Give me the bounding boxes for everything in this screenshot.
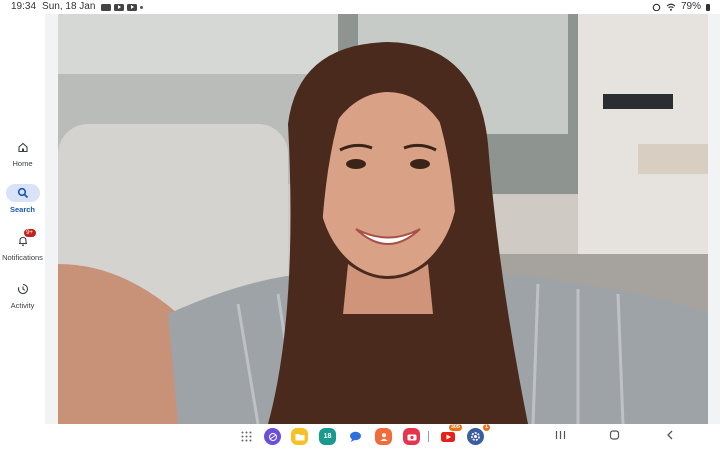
nav-item-home[interactable]: Home: [0, 138, 45, 168]
youtube-notification-icon: [127, 3, 138, 11]
notifications-badge: 9+: [23, 229, 36, 237]
files-app-button[interactable]: [291, 428, 308, 445]
taskbar: 18 305 1: [0, 424, 720, 450]
nav-label-search: Search: [9, 205, 36, 214]
settings-badge: 1: [482, 424, 490, 431]
browser-icon: [268, 432, 277, 441]
side-navigation: Home Search 9+ Notifications Activity: [0, 14, 45, 424]
nav-label-activity: Activity: [10, 301, 35, 310]
browser-app-button[interactable]: [264, 428, 281, 445]
wifi-icon: [666, 3, 676, 11]
nav-item-search[interactable]: Search: [0, 184, 45, 214]
photo-preview[interactable]: [58, 14, 708, 424]
folder-notification-icon: [101, 3, 112, 11]
youtube-badge: 305: [448, 424, 462, 431]
notification-icons: [101, 3, 144, 11]
home-icon: [17, 142, 28, 153]
chat-icon: [350, 431, 361, 442]
contacts-app-button[interactable]: [375, 428, 392, 445]
back-chevron-icon: [667, 430, 673, 440]
recents-icon: [555, 431, 566, 439]
nav-pill: [5, 184, 40, 202]
search-icon: [17, 187, 28, 199]
youtube-app-button[interactable]: 305: [439, 424, 462, 445]
alarm-icon: [652, 3, 661, 11]
calendar-icon: 18: [323, 433, 332, 440]
more-notifications-icon: [140, 5, 144, 9]
clock-icon: [17, 283, 28, 295]
nav-item-notifications[interactable]: 9+ Notifications: [0, 229, 45, 262]
status-bar: 19:34 Sun, 18 Jan 79%: [0, 0, 720, 14]
youtube-icon: [440, 431, 455, 442]
contacts-icon: [380, 432, 387, 441]
clock-time: 19:34: [11, 1, 37, 12]
messages-app-button[interactable]: [347, 428, 364, 445]
nav-pill: [6, 138, 40, 156]
battery-percent: 79%: [680, 1, 701, 12]
camera-icon: [407, 434, 416, 440]
settings-app-button[interactable]: 1: [467, 424, 490, 445]
youtube-notification-icon: [114, 3, 125, 11]
photo-image: [58, 14, 708, 424]
home-button[interactable]: [609, 429, 620, 443]
camera-app-button[interactable]: [403, 428, 420, 445]
gear-icon: [471, 432, 480, 441]
app-grid-icon: [241, 431, 252, 442]
status-right: 79%: [652, 0, 710, 14]
folder-icon: [295, 433, 304, 440]
status-date: Sun, 18 Jan: [42, 1, 96, 12]
battery-icon: [706, 3, 710, 11]
status-left: 19:34 Sun, 18 Jan: [11, 0, 144, 14]
nav-pill: 9+: [6, 229, 40, 250]
nav-label-notifications: Notifications: [2, 253, 43, 262]
recent-apps-button[interactable]: [555, 429, 566, 443]
nav-pill: [6, 280, 40, 298]
app-drawer-button[interactable]: [238, 428, 255, 445]
nav-label-home: Home: [12, 159, 33, 168]
nav-item-activity[interactable]: Activity: [0, 280, 45, 310]
calendar-app-button[interactable]: 18: [319, 428, 336, 445]
taskbar-divider: [428, 431, 429, 442]
back-button[interactable]: [665, 429, 675, 443]
home-square-icon: [609, 430, 620, 440]
